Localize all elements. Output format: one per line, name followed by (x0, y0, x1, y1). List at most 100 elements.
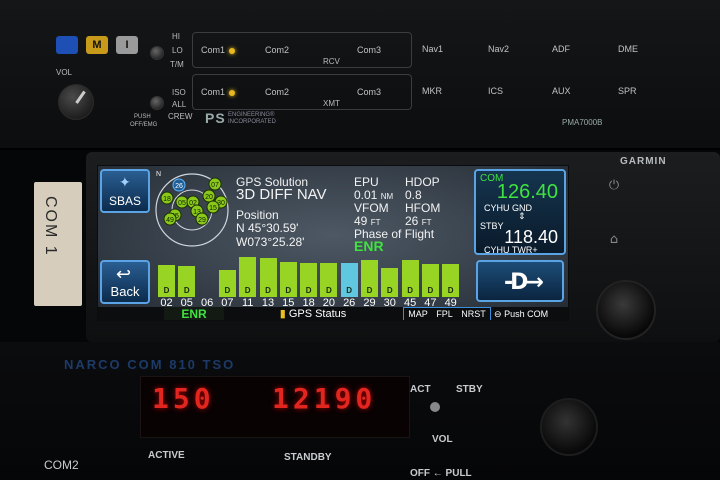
back-arrow-icon: ↩ (116, 264, 132, 285)
com1-rcv-led (229, 47, 236, 54)
push-label-2: OFF/EMG (130, 122, 158, 128)
marker-sens-switch[interactable] (150, 46, 164, 60)
intercom-mode-switch[interactable] (150, 96, 164, 110)
crew-label: CREW (168, 112, 193, 121)
rcv-com3-button[interactable]: Com3 (357, 45, 381, 55)
active-label: ACTIVE (148, 450, 185, 461)
page-shortcuts: MAP FPL NRST (403, 307, 491, 320)
audio-volume-knob[interactable] (58, 84, 94, 120)
direct-to-button[interactable]: -D→ (476, 260, 564, 302)
gps-status-icon: ▮ (279, 308, 286, 320)
shortcut-map[interactable]: MAP (408, 308, 428, 320)
diff-flag-30: D (386, 286, 393, 295)
dme-button[interactable]: DME (618, 44, 638, 54)
xmt-com2-button[interactable]: Com2 (265, 87, 289, 97)
act-stby-toggle[interactable] (430, 402, 440, 412)
xmt-com3-button[interactable]: Com3 (357, 87, 381, 97)
signal-strength-bars: DDDDDDDDDDDDDD (158, 253, 468, 297)
diff-flag-29: D (366, 286, 373, 295)
xmt-label: XMT (323, 99, 340, 108)
diff-flag-18: D (305, 286, 312, 295)
diff-flag-05: D (183, 286, 190, 295)
nav2-button[interactable]: Nav2 (488, 44, 509, 54)
adf-button[interactable]: ADF (552, 44, 570, 54)
signal-bar-26: D (340, 253, 358, 297)
signal-bar-15: D (279, 253, 297, 297)
sky-satellite-label-05: 05 (178, 200, 186, 207)
radio-standby-frequency: 12190 (272, 382, 377, 415)
sbas-button[interactable]: ✦ SBAS (100, 169, 150, 213)
longitude: W073°25.28' (236, 235, 305, 249)
latitude: N 45°30.59' (236, 221, 299, 235)
direct-to-icon: -D→ (504, 270, 544, 295)
shortcut-nrst[interactable]: NRST (461, 308, 486, 320)
garmin-logo: GARMIN (620, 156, 667, 167)
aux-button[interactable]: AUX (552, 86, 571, 96)
position-label: Position (236, 208, 279, 222)
signal-bar-47: D (421, 253, 439, 297)
ps-engineering-logo: PS (205, 110, 226, 126)
com-frequency-panel[interactable]: COM 126.40 CYHU GND ⇕ STBY 118.40 CYHU T… (474, 169, 566, 255)
swap-icon: ⇕ (518, 212, 526, 222)
signal-bar-13: D (259, 253, 277, 297)
signal-bar-45: D (401, 253, 419, 297)
nav1-button[interactable]: Nav1 (422, 44, 443, 54)
phase-tab-enr: ENR (164, 307, 224, 320)
hfom-readout: 26 FT (405, 214, 432, 228)
solution-value: 3D DIFF NAV (236, 186, 327, 203)
hdop-value: 0.8 (405, 188, 422, 202)
com2-label: COM2 (44, 458, 79, 472)
back-button[interactable]: ↩ Back (100, 260, 150, 304)
stby-switch-label: STBY (456, 384, 483, 395)
sky-satellite-label-20: 20 (205, 194, 213, 201)
standby-label: STANDBY (284, 452, 332, 463)
act-label: ACT (410, 384, 431, 395)
audio-model-label: PMA7000B (562, 118, 603, 127)
home-icon[interactable]: ⌂ (604, 232, 624, 252)
diff-flag-11: D (244, 286, 251, 295)
sky-satellite-label-29: 29 (198, 217, 206, 224)
satellite-sky-view: 260718203005021513454929 (155, 173, 229, 247)
signal-bar-29: D (361, 253, 378, 297)
mode-lo-label: LO (172, 46, 183, 55)
signal-bar-05: D (178, 253, 196, 297)
sky-satellite-label-18: 18 (163, 196, 171, 203)
hfom-label: HFOM (405, 201, 441, 215)
shortcut-fpl[interactable]: FPL (436, 308, 453, 320)
mode-hi-label: HI (172, 32, 180, 41)
push-com-hint: ⊖ Push COM (494, 309, 549, 319)
audio-marker-m-button[interactable]: M (86, 36, 108, 54)
xmt-com1-button[interactable]: Com1 (201, 87, 236, 97)
iso-label: ISO (172, 88, 186, 97)
rcv-com1-button[interactable]: Com1 (201, 45, 236, 55)
signal-bar-30: D (381, 253, 399, 297)
push-com-icon: ⊖ (494, 309, 502, 319)
rcv-label: RCV (323, 57, 340, 66)
diff-flag-47: D (427, 286, 434, 295)
diff-flag-26: D (346, 286, 353, 295)
volume-icon[interactable]: ⏻ (604, 178, 624, 198)
audio-marker-i-button[interactable]: I (116, 36, 138, 54)
off-pull-label: OFF ← PULL (410, 468, 472, 479)
ics-button[interactable]: ICS (488, 86, 503, 96)
gtn-concentric-knob[interactable] (596, 280, 656, 340)
diff-flag-07: D (224, 286, 231, 295)
radio-tuning-knob[interactable] (540, 398, 598, 456)
signal-bar-11: D (239, 253, 257, 297)
vol-label: VOL (56, 68, 73, 77)
mode-tm-label: T/M (170, 60, 184, 69)
radio-active-frequency: 150 (152, 382, 215, 415)
compass-n-label: N (156, 171, 162, 178)
satellite-icon: ✦ (119, 175, 131, 191)
mkr-button[interactable]: MKR (422, 86, 442, 96)
phase-value: ENR (354, 238, 384, 254)
diff-flag-45: D (407, 286, 413, 295)
audio-marker-b-button[interactable] (56, 36, 78, 54)
diff-flag-13: D (265, 286, 271, 295)
spr-button[interactable]: SPR (618, 86, 637, 96)
signal-bar-06 (199, 253, 216, 297)
sky-satellite-label-15: 15 (209, 205, 217, 212)
gtn-screen: ✦ SBAS ↩ Back 260718203005021513454929 N… (97, 165, 569, 321)
rcv-com2-button[interactable]: Com2 (265, 45, 289, 55)
sky-satellite-label-07: 07 (211, 182, 219, 189)
